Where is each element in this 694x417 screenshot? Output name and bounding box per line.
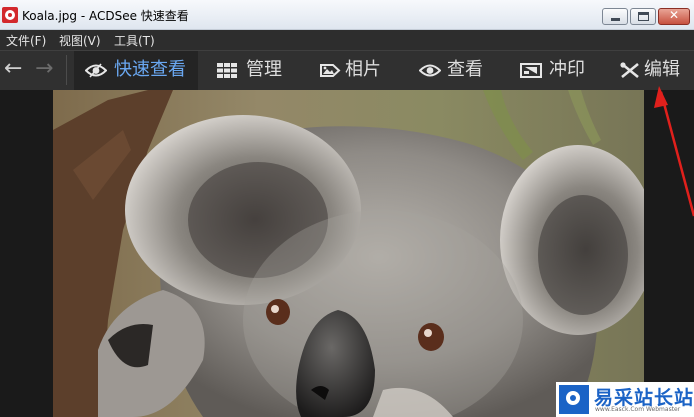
- koala-photo[interactable]: [53, 90, 644, 417]
- maximize-icon: [638, 12, 649, 21]
- watermark-url: www.Easck.Com Webmaster: [595, 406, 681, 413]
- tab-label: 查看: [447, 59, 483, 80]
- toolbar-divider: [66, 55, 67, 85]
- tab-manage[interactable]: 管理: [206, 51, 294, 90]
- site-watermark: 易采站长站 www.Easck.Com Webmaster: [556, 382, 694, 417]
- tab-develop[interactable]: 冲印: [508, 51, 598, 90]
- minimize-icon: [611, 18, 620, 21]
- develop-icon: [520, 63, 542, 78]
- tab-photos[interactable]: 相片: [308, 51, 388, 90]
- image-viewer[interactable]: [0, 90, 694, 417]
- close-button[interactable]: ✕: [658, 8, 690, 25]
- menu-view[interactable]: 视图(V): [59, 32, 101, 49]
- eye-icon: [85, 63, 107, 78]
- menu-file[interactable]: 文件(F): [6, 32, 46, 49]
- mode-toolbar: ← → 快速查看 管理 相片 查看 冲印 编辑: [0, 50, 694, 90]
- site-logo-icon: [559, 385, 589, 414]
- forward-arrow-icon[interactable]: →: [35, 56, 53, 82]
- close-icon: ✕: [668, 8, 680, 22]
- maximize-button[interactable]: [630, 8, 656, 25]
- tab-quick-view[interactable]: 快速查看: [74, 51, 198, 90]
- tab-view[interactable]: 查看: [406, 51, 488, 90]
- annotation-arrow-icon: [654, 86, 694, 217]
- menu-tools[interactable]: 工具(T): [114, 32, 155, 49]
- tab-label: 管理: [246, 59, 282, 80]
- acdsee-app-icon[interactable]: [2, 7, 18, 23]
- tab-label: 冲印: [549, 59, 585, 80]
- photo-tag-icon: [320, 64, 341, 77]
- tab-label: 快速查看: [114, 59, 186, 80]
- menu-bar: 文件(F) 视图(V) 工具(T): [0, 30, 694, 50]
- back-arrow-icon[interactable]: ←: [4, 56, 22, 82]
- window-title: Koala.jpg - ACDSee 快速查看: [22, 9, 189, 23]
- tab-label: 相片: [345, 59, 381, 80]
- edit-tools-icon: [620, 62, 639, 79]
- title-bar: Koala.jpg - ACDSee 快速查看 ✕: [0, 0, 694, 30]
- grid-icon: [217, 63, 237, 78]
- eye-icon: [419, 64, 441, 77]
- minimize-button[interactable]: [602, 8, 628, 25]
